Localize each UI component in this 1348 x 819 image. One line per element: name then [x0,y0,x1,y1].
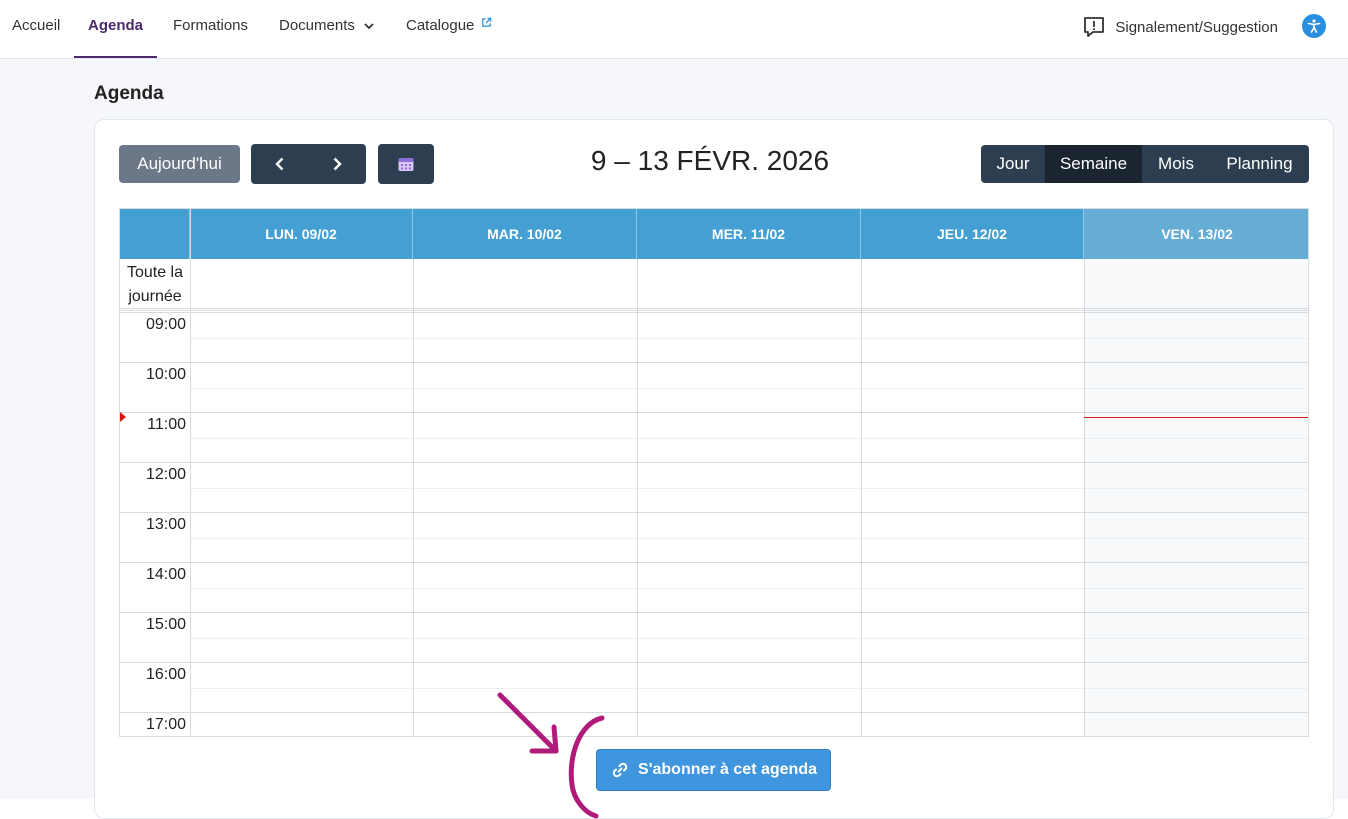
calendar-icon [398,158,414,171]
half-hour-line [190,638,1308,639]
nav-accueil[interactable]: Accueil [12,0,60,58]
view-switcher: Jour Semaine Mois Planning [981,145,1309,183]
column-divider [1084,259,1085,736]
half-hour-line [190,588,1308,589]
header-corner [120,209,190,259]
view-jour-button[interactable]: Jour [981,145,1045,183]
time-slot-row[interactable]: 11:00 [120,412,1308,462]
prev-button[interactable] [252,144,309,184]
chevron-left-icon [275,157,284,171]
today-button[interactable]: Aujourd'hui [119,145,240,183]
half-hour-line [190,388,1308,389]
time-slot-row[interactable]: 15:00 [120,612,1308,662]
time-label: 15:00 [145,616,186,633]
date-range-title: 9 – 13 FÉVR. 2026 [590,145,830,176]
column-divider [190,209,191,736]
half-hour-line [190,338,1308,339]
signal-suggestion-link[interactable]: Signalement/Suggestion [1083,14,1278,40]
half-hour-line [190,538,1308,539]
time-label: 10:00 [145,366,186,383]
chevron-down-icon [364,23,374,30]
time-label: 17:00 [145,716,186,733]
nav-documents[interactable]: Documents [279,0,375,58]
nav-catalogue[interactable]: Catalogue [406,0,492,58]
all-day-row[interactable]: Toute la journée [120,259,1308,311]
time-slot-row[interactable]: 10:00 [120,362,1308,412]
half-hour-line [190,488,1308,489]
half-hour-line [190,688,1308,689]
feedback-icon [1084,17,1105,37]
day-header: MAR. 10/02 [413,209,637,259]
accessibility-button[interactable] [1302,14,1326,38]
column-divider [637,259,638,736]
next-button[interactable] [309,144,366,184]
time-label: 12:00 [145,466,186,483]
external-link-icon [481,17,491,27]
nav-documents-label: Documents [279,17,355,34]
subscribe-agenda-button[interactable]: S'abonner à cet agenda [596,749,831,791]
day-header: JEU. 12/02 [861,209,1084,259]
time-slot-row[interactable]: 17:00 [120,712,1308,736]
column-divider [861,259,862,736]
day-header: MER. 11/02 [637,209,861,259]
now-indicator-arrow [120,412,126,422]
day-header-row: LUN. 09/02 MAR. 10/02 MER. 11/02 JEU. 12… [120,209,1308,259]
day-header-today: VEN. 13/02 [1084,209,1308,259]
nav-formations[interactable]: Formations [173,0,248,58]
day-header: LUN. 09/02 [190,209,413,259]
time-label: 09:00 [145,316,186,333]
time-slot-row[interactable]: 09:00 [120,312,1308,362]
time-label: 14:00 [145,566,186,583]
column-divider [413,259,414,736]
view-mois-button[interactable]: Mois [1142,145,1210,183]
all-day-label: Toute la journée [126,264,184,305]
view-semaine-button[interactable]: Semaine [1045,145,1142,183]
chevron-right-icon [333,157,342,171]
link-icon [612,762,628,778]
date-picker-button[interactable] [378,144,434,184]
week-calendar-grid: LUN. 09/02 MAR. 10/02 MER. 11/02 JEU. 12… [119,208,1309,737]
time-slot-row[interactable]: 13:00 [120,512,1308,562]
time-label: 16:00 [145,666,186,683]
time-label: 11:00 [147,416,186,433]
page-title: Agenda [94,83,164,104]
half-hour-line [190,438,1308,439]
time-slot-row[interactable]: 16:00 [120,662,1308,712]
signal-label: Signalement/Suggestion [1115,18,1278,36]
time-slot-row[interactable]: 12:00 [120,462,1308,512]
time-label: 13:00 [145,516,186,533]
top-navbar: Accueil Agenda Formations Documents Cata… [0,0,1348,59]
view-planning-button[interactable]: Planning [1210,145,1309,183]
accessibility-icon [1307,19,1321,33]
nav-agenda[interactable]: Agenda [74,0,157,58]
subscribe-label: S'abonner à cet agenda [638,761,817,778]
time-slot-row[interactable]: 14:00 [120,562,1308,612]
nav-button-group [251,144,366,184]
nav-catalogue-label: Catalogue [406,17,475,34]
now-indicator-line [1084,417,1308,418]
